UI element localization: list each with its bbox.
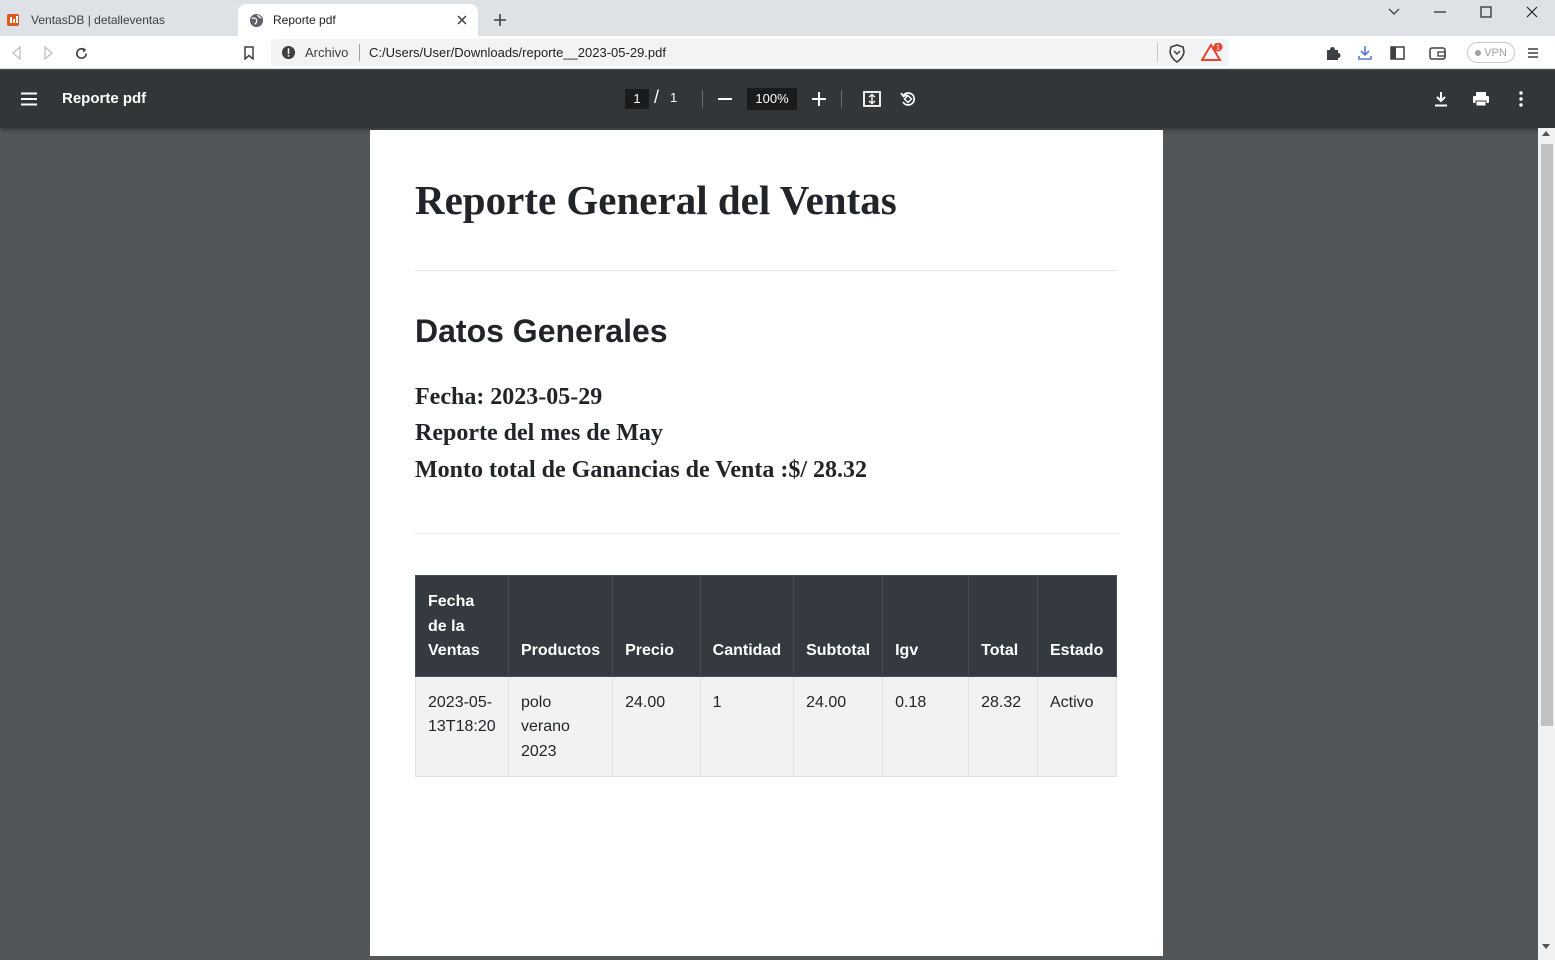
- pdf-sidebar-menu-icon[interactable]: [16, 86, 42, 112]
- browser-toolbar: Archivo C:/Users/User/Downloads/reporte_…: [0, 36, 1555, 69]
- zoom-input[interactable]: 100%: [747, 88, 797, 110]
- browser-tab-strip: VentasDB | detalleventas Reporte pdf: [0, 0, 1555, 36]
- more-options-icon[interactable]: [1507, 85, 1535, 113]
- divider: [415, 533, 1117, 534]
- table-cell: polo verano 2023: [507, 675, 614, 777]
- print-icon[interactable]: [1467, 85, 1495, 113]
- close-tab-icon[interactable]: [452, 10, 472, 30]
- column-header: Fecha de la Ventas: [415, 575, 509, 677]
- tab-reporte-pdf[interactable]: Reporte pdf: [238, 4, 478, 36]
- table-cell: 24.00: [612, 675, 701, 777]
- address-bar[interactable]: Archivo C:/Users/User/Downloads/reporte_…: [271, 39, 1229, 66]
- back-button[interactable]: [4, 40, 30, 66]
- brave-shields-icon[interactable]: [1164, 40, 1190, 66]
- omnibox-divider: [1157, 43, 1158, 62]
- info-icon[interactable]: [281, 45, 296, 60]
- downloads-icon[interactable]: [1352, 40, 1378, 66]
- page-separator: /: [654, 87, 660, 107]
- maximize-window-button[interactable]: [1466, 0, 1506, 24]
- fecha-line: Fecha: 2023-05-29: [415, 384, 603, 410]
- vpn-status-dot-icon: [1475, 49, 1482, 56]
- column-header: Cantidad: [699, 575, 795, 677]
- column-header: Subtotal: [793, 575, 884, 677]
- table-cell: 28.32: [968, 675, 1038, 777]
- scroll-up-arrow-icon[interactable]: [1542, 131, 1550, 136]
- browser-menu-icon[interactable]: [1520, 40, 1546, 66]
- scroll-down-arrow-icon[interactable]: [1542, 944, 1550, 949]
- scrollbar-thumb[interactable]: [1541, 144, 1553, 726]
- omnibox-divider: [359, 44, 360, 61]
- table-cell: 0.18: [882, 675, 970, 777]
- reload-button[interactable]: [68, 40, 94, 66]
- toolbar-divider: [702, 90, 703, 108]
- brave-rewards-icon[interactable]: 1: [1199, 40, 1225, 66]
- pdf-title: Reporte pdf: [62, 90, 147, 107]
- sales-table: Fecha de la Ventas Productos Precio Cant…: [415, 575, 1117, 777]
- forward-button[interactable]: [35, 40, 61, 66]
- svg-text:1: 1: [1216, 45, 1220, 52]
- column-header: Estado: [1037, 575, 1117, 677]
- extensions-puzzle-icon[interactable]: [1320, 40, 1346, 66]
- section-title: Datos Generales: [415, 313, 668, 349]
- document-title: Reporte General del Ventas: [415, 177, 897, 223]
- page-total: 1: [670, 90, 678, 105]
- new-tab-button[interactable]: [488, 8, 512, 32]
- globe-icon: [248, 12, 264, 28]
- column-header: Precio: [612, 575, 701, 677]
- tab-search-chevron-icon[interactable]: [1374, 0, 1414, 24]
- zoom-out-button[interactable]: [711, 85, 739, 113]
- security-label: Archivo: [305, 45, 349, 60]
- column-header: Productos: [507, 575, 614, 677]
- table-row: 2023-05-13T18:20 polo verano 2023 24.00 …: [415, 675, 1117, 777]
- pdf-page: Reporte General del Ventas Datos General…: [370, 130, 1163, 956]
- tab-title: VentasDB | detalleventas: [31, 13, 165, 27]
- url-text[interactable]: C:/Users/User/Downloads/reporte__2023-05…: [369, 45, 666, 60]
- fit-to-page-icon[interactable]: [858, 85, 886, 113]
- tab-title: Reporte pdf: [273, 13, 336, 27]
- table-header-row: Fecha de la Ventas Productos Precio Cant…: [415, 575, 1117, 677]
- zoom-in-button[interactable]: [805, 85, 833, 113]
- vpn-button[interactable]: VPN: [1467, 42, 1515, 63]
- table-cell: 1: [699, 675, 795, 777]
- monto-line: Monto total de Ganancias de Venta :$/ 28…: [415, 457, 868, 483]
- column-header: Total: [968, 575, 1038, 677]
- vpn-label: VPN: [1484, 46, 1507, 59]
- divider: [415, 270, 1117, 271]
- download-icon[interactable]: [1427, 85, 1455, 113]
- sidebar-icon[interactable]: [1384, 40, 1410, 66]
- bookmark-icon[interactable]: [236, 40, 262, 66]
- app-favicon-icon: [6, 12, 22, 28]
- table-cell: 24.00: [793, 675, 884, 777]
- mes-line: Reporte del mes de May: [415, 420, 663, 446]
- page-number-input[interactable]: 1: [625, 89, 649, 109]
- wallet-icon[interactable]: [1424, 40, 1450, 66]
- toolbar-divider: [841, 90, 842, 108]
- rotate-icon[interactable]: [894, 85, 922, 113]
- tab-ventasdb[interactable]: VentasDB | detalleventas: [0, 4, 236, 36]
- table-cell: 2023-05-13T18:20: [415, 675, 509, 777]
- close-window-button[interactable]: [1512, 0, 1552, 24]
- pdf-viewer-toolbar: Reporte pdf 1 / 1 100%: [0, 70, 1555, 128]
- minimize-window-button[interactable]: [1420, 0, 1460, 24]
- table-cell: Activo: [1037, 675, 1117, 777]
- column-header: Igv: [882, 575, 970, 677]
